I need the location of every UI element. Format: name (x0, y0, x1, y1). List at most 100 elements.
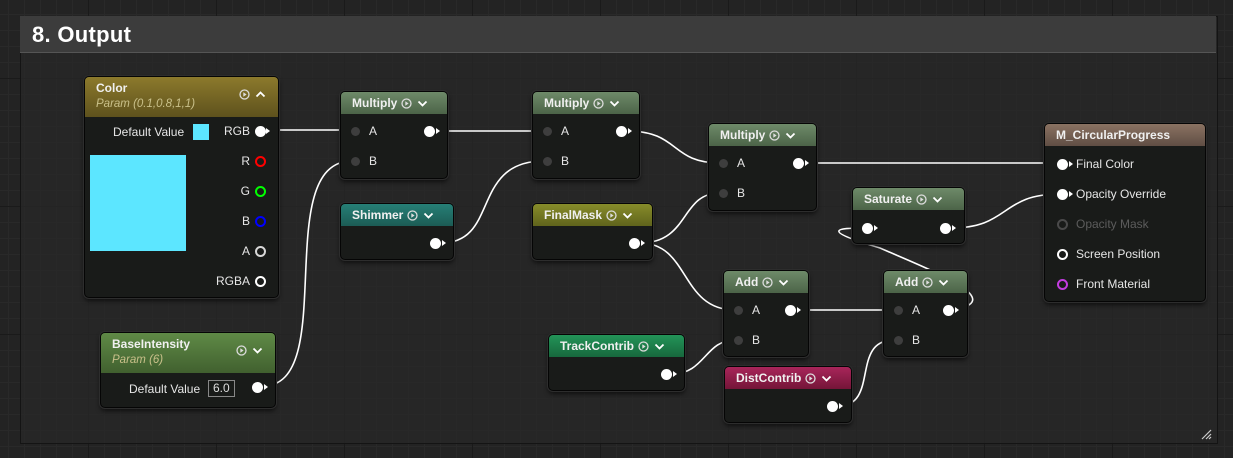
finalmask-header[interactable]: FinalMask (533, 204, 652, 226)
shimmer-out-arrow (442, 240, 446, 246)
add-1-in-a-pin[interactable] (734, 306, 743, 315)
color-out-g-label: G (240, 184, 250, 198)
multiply-3-header[interactable]: Multiply (709, 124, 816, 146)
expand-chevron-icon[interactable] (417, 98, 428, 109)
multiply-2-out-pin[interactable] (616, 126, 627, 137)
preview-icon[interactable] (239, 89, 250, 100)
shimmer-header[interactable]: Shimmer (341, 204, 453, 226)
multiply-node-3[interactable]: Multiply A B (708, 123, 817, 211)
expand-chevron-icon[interactable] (609, 98, 620, 109)
expand-chevron-icon[interactable] (423, 210, 434, 221)
preview-icon[interactable] (593, 97, 604, 109)
multiply-1-out-pin[interactable] (424, 126, 435, 137)
result-in-final-color-pin[interactable] (1057, 159, 1068, 170)
preview-icon[interactable] (638, 340, 649, 352)
add-node-1[interactable]: Add A B (723, 270, 809, 357)
preview-icon[interactable] (769, 129, 780, 141)
preview-icon[interactable] (407, 209, 419, 221)
multiply-3-in-a-pin[interactable] (719, 159, 728, 168)
add-2-out-arrow (955, 307, 959, 313)
preview-icon[interactable] (762, 276, 773, 288)
baseintensity-node-header[interactable]: BaseIntensity Param (6) (101, 333, 275, 373)
preview-icon[interactable] (805, 372, 816, 384)
finalmask-node[interactable]: FinalMask (532, 203, 653, 260)
comment-title[interactable]: 8. Output (32, 22, 131, 48)
baseintensity-out-pin[interactable] (252, 382, 263, 393)
add-1-out-pin[interactable] (785, 305, 796, 316)
saturate-node[interactable]: Saturate (852, 187, 965, 244)
multiply-3-in-a-label: A (737, 156, 746, 170)
add-1-header[interactable]: Add (724, 271, 808, 293)
expand-chevron-icon[interactable] (785, 130, 796, 141)
preview-icon[interactable] (606, 209, 617, 221)
expand-chevron-icon[interactable] (932, 194, 943, 205)
multiply-2-header[interactable]: Multiply (533, 92, 639, 114)
distcontrib-title: DistContrib (736, 371, 802, 385)
add-2-header[interactable]: Add (884, 271, 967, 293)
comment-header[interactable] (20, 16, 1216, 53)
result-in-front-material-label: Front Material (1076, 277, 1151, 291)
multiply-3-out-arrow (805, 160, 809, 166)
result-header[interactable]: M_CircularProgress (1045, 124, 1205, 146)
trackcontrib-node[interactable]: TrackContrib (548, 334, 685, 391)
color-out-rgba-pin[interactable] (255, 276, 266, 287)
color-out-b-pin[interactable] (255, 216, 266, 227)
saturate-header[interactable]: Saturate (853, 188, 964, 210)
multiply-node-2[interactable]: Multiply A B (532, 91, 640, 179)
expand-chevron-icon[interactable] (622, 210, 633, 221)
result-in-screen-position-pin[interactable] (1057, 249, 1068, 260)
multiply-1-in-a-pin[interactable] (351, 127, 360, 136)
multiply-2-in-a-pin[interactable] (543, 127, 552, 136)
result-in-opacity-mask-pin[interactable] (1057, 219, 1068, 230)
finalmask-title: FinalMask (544, 208, 603, 222)
result-material-node[interactable]: M_CircularProgress Final Color Opacity O… (1044, 123, 1206, 302)
distcontrib-out-pin[interactable] (827, 401, 838, 412)
add-2-in-a-pin[interactable] (894, 306, 903, 315)
trackcontrib-out-pin[interactable] (661, 369, 672, 380)
add-1-in-b-pin[interactable] (734, 336, 743, 345)
color-default-swatch[interactable] (193, 124, 209, 140)
baseintensity-param-node[interactable]: BaseIntensity Param (6) Default Value 6.… (100, 332, 276, 408)
color-out-g-pin[interactable] (255, 186, 266, 197)
result-in-front-material-pin[interactable] (1057, 279, 1068, 290)
multiply-1-header[interactable]: Multiply (341, 92, 447, 114)
preview-icon[interactable] (922, 276, 933, 288)
preview-icon[interactable] (236, 345, 247, 356)
preview-icon[interactable] (401, 97, 412, 109)
collapse-chevron-icon[interactable] (255, 89, 266, 100)
result-in-opacity-override-label: Opacity Override (1076, 187, 1167, 201)
result-in-opacity-override-arrow (1069, 191, 1073, 197)
color-out-rgba-label: RGBA (215, 274, 250, 288)
baseintensity-default-value[interactable]: 6.0 (208, 380, 235, 397)
expand-chevron-icon[interactable] (821, 373, 832, 384)
multiply-1-in-b-pin[interactable] (351, 157, 360, 166)
preview-icon[interactable] (916, 193, 927, 205)
expand-chevron-icon[interactable] (778, 277, 789, 288)
expand-chevron-icon[interactable] (938, 277, 949, 288)
color-node-header[interactable]: Color Param (0.1,0.8,1,1) (85, 77, 278, 117)
add-node-2[interactable]: Add A B (883, 270, 968, 357)
trackcontrib-header[interactable]: TrackContrib (549, 335, 684, 357)
color-out-r-pin[interactable] (255, 156, 266, 167)
distcontrib-header[interactable]: DistContrib (725, 367, 851, 389)
finalmask-out-pin[interactable] (629, 238, 640, 249)
multiply-3-out-pin[interactable] (793, 158, 804, 169)
add-2-in-b-label: B (912, 333, 921, 347)
saturate-in-pin[interactable] (862, 223, 873, 234)
shimmer-node[interactable]: Shimmer (340, 203, 454, 260)
multiply-3-in-b-pin[interactable] (719, 189, 728, 198)
resize-grip-icon[interactable] (1200, 428, 1212, 440)
distcontrib-node[interactable]: DistContrib (724, 366, 852, 423)
color-out-a-pin[interactable] (255, 246, 266, 257)
multiply-2-in-b-pin[interactable] (543, 157, 552, 166)
add-2-in-b-pin[interactable] (894, 336, 903, 345)
shimmer-out-pin[interactable] (430, 238, 441, 249)
color-param-node[interactable]: Color Param (0.1,0.8,1,1) Default Value … (84, 76, 279, 298)
saturate-out-pin[interactable] (940, 223, 951, 234)
expand-chevron-icon[interactable] (252, 345, 263, 356)
color-out-rgb-pin[interactable] (255, 126, 266, 137)
result-in-opacity-override-pin[interactable] (1057, 189, 1068, 200)
add-2-out-pin[interactable] (943, 305, 954, 316)
expand-chevron-icon[interactable] (654, 341, 665, 352)
multiply-node-1[interactable]: Multiply A B (340, 91, 448, 179)
